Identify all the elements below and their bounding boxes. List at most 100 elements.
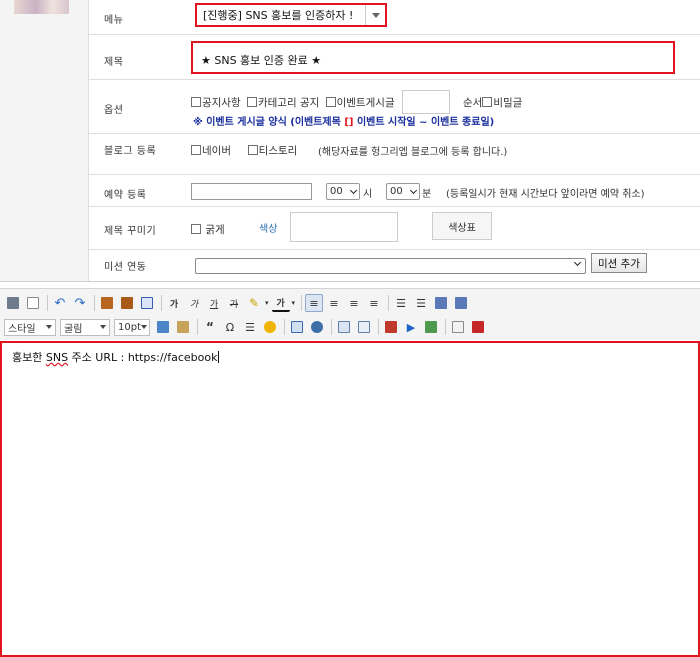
chevron-down-icon [46,325,52,329]
italic-icon[interactable]: 가 [185,294,203,312]
bold-checkbox-label: 굵게 [205,224,225,236]
unordered-list-icon[interactable]: ☰ [412,294,430,312]
event-format-title: 이벤트제목 [294,117,341,128]
naver-checkbox-label: 네이버 [202,145,231,157]
tistory-checkbox[interactable] [247,145,258,155]
editor-text-sns: SNS [45,351,69,364]
paste-icon[interactable] [118,294,136,312]
table-icon[interactable] [288,318,306,336]
editor-text-middle: 주소 URL : [68,351,128,364]
event-format-suffix: ) [489,117,495,128]
color-input[interactable] [290,212,398,242]
minute-unit-label: 분 [422,189,432,200]
secret-checkbox[interactable] [482,97,493,107]
chevron-down-icon [100,325,106,329]
special-char-icon[interactable]: Ω [221,318,239,336]
bold-checkbox[interactable] [191,224,201,234]
font-size-dropdown[interactable]: 10pt [114,318,150,336]
outdent-icon[interactable] [432,294,450,312]
media-play-icon[interactable]: ▶ [402,318,420,336]
select-all-icon[interactable] [138,294,156,312]
clear-format-icon[interactable] [174,318,192,336]
cut-icon[interactable] [98,294,116,312]
text-cursor [217,351,219,363]
preview-icon[interactable] [449,318,467,336]
font-size-dropdown-value: 10pt [118,321,141,333]
horizontal-rule-icon[interactable]: ☰ [241,318,259,336]
quote-icon[interactable]: “ [201,318,219,336]
editor-text-prefix: 홍보한 [12,351,46,364]
highlight-icon[interactable]: ✎ [245,294,263,312]
strikethrough-icon[interactable]: 가 [225,294,243,312]
chevron-down-icon [349,186,358,194]
notice-checkbox[interactable] [191,97,201,107]
new-document-icon[interactable] [24,294,42,312]
blog-note: (해당자료를 헝그리엡 블로그에 등록 합니다.) [318,147,508,158]
order-secret-group: 순서 비밀글 [463,95,522,110]
indent-icon[interactable] [452,294,470,312]
gallery-icon[interactable] [355,318,373,336]
secret-checkbox-label: 비밀글 [493,97,523,109]
link-icon[interactable] [308,318,326,336]
category-notice-checkbox[interactable] [246,97,257,107]
font-color-icon[interactable]: 가 [271,294,290,312]
undo-icon[interactable]: ↶ [51,294,69,312]
map-icon[interactable] [422,318,440,336]
special-format-icon[interactable] [154,318,172,336]
color-palette-button[interactable]: 색상표 [432,212,492,240]
chevron-down-icon[interactable] [365,5,385,25]
chevron-down-icon [409,186,418,194]
title-input[interactable]: ★ SNS 홍보 인증 완료 ★ [191,41,675,74]
naver-checkbox[interactable] [191,145,201,155]
event-format-dates: 이벤트 시작일 ~ 이벤트 종료일 [356,117,490,128]
chevron-down-icon[interactable]: ▾ [292,299,296,307]
color-label: 색상 [259,224,278,235]
event-format-bracket: [] [344,117,354,128]
bold-icon[interactable]: 가 [165,294,183,312]
editor-content-area[interactable]: 홍보한 SNS 주소 URL : https://facebook [0,341,700,657]
editor-toolbar: ↶ ↷ 가 가 가 가 ✎ ▾ 가 ▾ ≡ ≡ ≡ ≡ ☰ ☰ 스타일 굴림 1… [0,288,700,340]
order-label: 순서 [463,97,483,109]
minute-select-value: 00 [390,186,403,197]
order-input[interactable] [402,90,450,114]
style-dropdown-value: 스타일 [8,323,36,335]
hour-select-value: 00 [330,186,343,197]
redo-icon[interactable]: ↷ [71,294,89,312]
chevron-down-icon [573,258,582,267]
menu-select[interactable]: [진행중] SNS 홍보를 인증하자 ! [195,3,387,27]
minute-select[interactable]: 00 [386,183,420,200]
event-format-prefix: ※ 이벤트 게시글 양식 ( [193,117,295,128]
chevron-down-icon [141,325,147,329]
reservation-date-input[interactable] [191,183,312,200]
notice-checkbox-label: 공지사항 [202,97,241,109]
mission-select[interactable] [195,258,586,274]
add-mission-button[interactable]: 미션 추가 [591,253,647,273]
tistory-checkbox-label: 티스토리 [258,145,298,157]
font-dropdown[interactable]: 굴림 [60,318,110,336]
ordered-list-icon[interactable]: ☰ [392,294,410,312]
align-justify-icon[interactable]: ≡ [365,294,383,312]
post-form: 메뉴 제목 옵션 블로그 등록 예약 등록 제목 꾸미기 미션 연동 [진행중]… [0,0,700,281]
editor-text[interactable]: 홍보한 SNS 주소 URL : https://facebook [12,349,219,365]
align-center-icon[interactable]: ≡ [325,294,343,312]
event-post-checkbox-label: 이벤트게시글 [336,97,395,109]
align-right-icon[interactable]: ≡ [345,294,363,312]
event-post-checkbox[interactable] [325,97,336,107]
hour-select[interactable]: 00 [326,183,360,200]
event-format-hint: ※ 이벤트 게시글 양식 (이벤트제목 [] 이벤트 시작일 ~ 이벤트 종료일… [193,113,494,128]
emoticon-icon[interactable] [261,318,279,336]
align-left-icon[interactable]: ≡ [305,294,324,312]
print-icon[interactable] [4,294,22,312]
save-icon[interactable] [469,318,487,336]
reservation-note: (등록일시가 현재 시간보다 앞이라면 예약 취소) [446,189,645,200]
style-dropdown[interactable]: 스타일 [4,318,56,336]
flash-icon[interactable] [382,318,400,336]
options-checkbox-group: 공지사항 카테고리 공지 이벤트게시글 [191,95,398,110]
image-icon[interactable] [335,318,353,336]
category-notice-checkbox-label: 카테고리 공지 [257,97,320,109]
underline-icon[interactable]: 가 [205,294,223,312]
menu-select-value: [진행중] SNS 홍보를 인증하자 ! [203,9,354,22]
hour-unit-label: 시 [363,189,373,200]
section-divider [0,281,700,288]
chevron-down-icon[interactable]: ▾ [265,299,269,307]
